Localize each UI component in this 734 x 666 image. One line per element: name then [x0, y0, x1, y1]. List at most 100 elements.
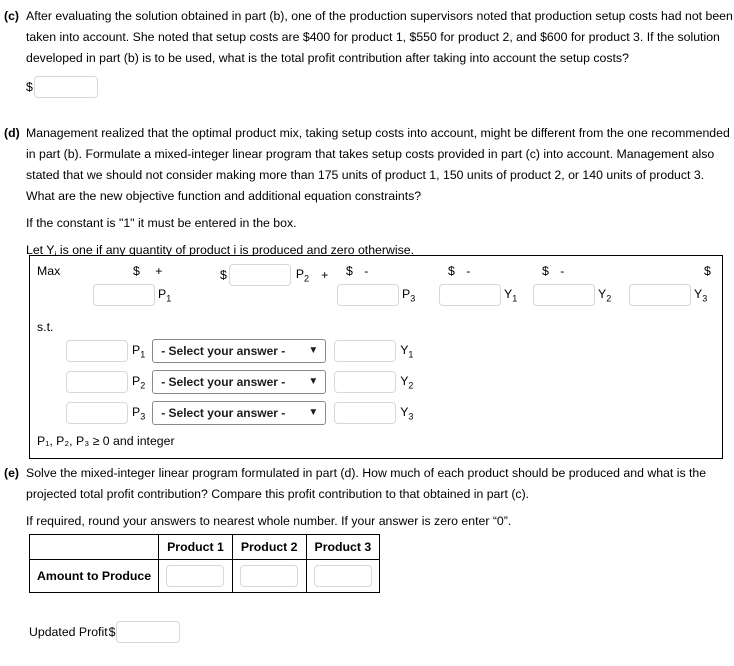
updated-profit-label: Updated Profit [29, 625, 108, 639]
dollar-sign-icon: $ [220, 268, 227, 282]
objective-coef-y2-input[interactable] [533, 284, 595, 306]
table-header-product-3: Product 3 [305, 534, 381, 560]
objective-term-4-top: $ - [448, 264, 470, 278]
dollar-sign-icon: $ [26, 79, 33, 94]
objective-term-1-top: $ + [133, 264, 162, 278]
amount-cell-product-3 [305, 559, 381, 593]
result-table-body: Amount to Produce [28, 559, 381, 593]
constraint-var-p3: P3 [132, 405, 145, 421]
updated-profit-input[interactable] [116, 621, 181, 643]
objective-term-3-top: $ - [346, 264, 368, 278]
constraint-select-1-label: - Select your answer - [161, 344, 286, 358]
part-d-note-constant: If the constant is "1" it must be entere… [26, 216, 297, 230]
constraint-var-p2-sub: 2 [140, 380, 146, 391]
part-e-label: (e) [4, 466, 20, 480]
objective-coef-p3-input[interactable] [337, 284, 399, 306]
minus-operator-4: - [466, 264, 471, 278]
part-e-note: If required, round your answers to neare… [26, 514, 512, 528]
objective-var-p1-name: P [158, 286, 167, 301]
constraint-select-2-label: - Select your answer - [161, 375, 286, 389]
objective-coef-p1-input[interactable] [93, 284, 155, 306]
constraint-rhs-2-input[interactable] [334, 371, 397, 393]
integer-constraint-line: P₁, P₂, P₃ ≥ 0 and integer [37, 434, 175, 448]
part-c-answer-input[interactable] [33, 76, 98, 98]
plus-operator-1: + [155, 264, 163, 278]
objective-var-p3-name: P [402, 286, 411, 301]
dollar-sign-icon: $ [448, 264, 455, 278]
constraint-select-1[interactable]: - Select your answer - ▼ [152, 339, 327, 363]
constraint-coef-2-input[interactable] [66, 371, 128, 393]
objective-var-p1: P1 [158, 287, 171, 303]
constraint-var-p2: P2 [132, 374, 145, 390]
chevron-down-icon: ▼ [308, 407, 319, 418]
constraint-coef-3-input[interactable] [66, 402, 128, 424]
constraint-row-3: P3 - Select your answer - ▼ Y3 [66, 401, 413, 425]
subject-to-label: s.t. [37, 320, 54, 334]
objective-term-1-bottom: P1 [93, 284, 171, 306]
dollar-sign-icon: $ [133, 264, 140, 278]
objective-coef-y3-input[interactable] [629, 284, 691, 306]
formulation-inner: Max $ + P1 $ P2 + $ - P3 $ - Y1 $ - Y2 $… [30, 256, 722, 458]
constraint-var-p1-name: P [132, 342, 141, 357]
row-label-amount-to-produce: Amount to Produce [28, 559, 160, 593]
part-e-body: Solve the mixed-integer linear program f… [26, 463, 734, 532]
constraint-var-p1-sub: 1 [140, 349, 146, 360]
constraint-var-p1: P1 [132, 343, 145, 359]
dollar-sign-icon: $ [346, 264, 353, 278]
constraint-var-p3-name: P [132, 404, 141, 419]
objective-coef-p2-input[interactable] [228, 264, 291, 286]
objective-term-6-top: $ [704, 264, 711, 278]
table-header-product-2: Product 2 [231, 534, 307, 560]
objective-var-y2: Y2 [598, 287, 611, 303]
constraint-rhs-3-input[interactable] [334, 402, 397, 424]
constraint-rhs-var-y2: Y2 [400, 374, 413, 390]
max-label: Max [37, 264, 61, 278]
question-part-d: (d) Management realized that the optimal… [0, 123, 734, 265]
question-part-e: (e) Solve the mixed-integer linear progr… [0, 463, 734, 532]
amount-cell-product-1 [158, 559, 233, 593]
constraint-row-1: P1 - Select your answer - ▼ Y1 [66, 339, 413, 363]
amount-product-2-input[interactable] [240, 565, 299, 587]
objective-var-y3: Y3 [694, 287, 707, 303]
dollar-sign-icon: $ [108, 625, 116, 639]
part-e-text: Solve the mixed-integer linear program f… [26, 466, 707, 501]
objective-var-p3: P3 [402, 287, 415, 303]
objective-var-p2: P2 [296, 267, 309, 283]
objective-var-p2-name: P [295, 266, 305, 281]
amount-product-1-input[interactable] [166, 565, 225, 587]
table-corner-cell [28, 534, 160, 560]
objective-term-2-top: $ P2 + [220, 264, 328, 286]
plus-operator-2: + [321, 268, 329, 282]
constraint-var-p3-sub: 3 [140, 411, 146, 422]
constraint-coef-1-input[interactable] [66, 340, 128, 362]
constraint-rhs-1-input[interactable] [334, 340, 397, 362]
constraint-select-2[interactable]: - Select your answer - ▼ [152, 370, 327, 394]
part-c-text: After evaluating the solution obtained i… [26, 9, 733, 65]
updated-profit-row: Updated Profit $ [29, 621, 181, 643]
objective-term-5-bottom: Y2 [533, 284, 611, 306]
constraint-rhs-var-y1-sub: 1 [408, 349, 414, 360]
part-d-label: (d) [4, 126, 20, 140]
minus-operator-5: - [560, 264, 565, 278]
formulation-box: Max $ + P1 $ P2 + $ - P3 $ - Y1 $ - Y2 $… [29, 255, 723, 459]
constraint-select-3[interactable]: - Select your answer - ▼ [152, 401, 327, 425]
minus-operator-3: - [364, 264, 369, 278]
chevron-down-icon: ▼ [308, 376, 319, 387]
constraint-var-p2-name: P [132, 373, 141, 388]
dollar-sign-icon: $ [704, 264, 711, 278]
objective-var-y2-name: Y [598, 286, 607, 301]
part-c-answer-row: $ [26, 76, 734, 98]
objective-var-y2-sub: 2 [606, 293, 612, 304]
question-part-c: (c) After evaluating the solution obtain… [0, 6, 734, 98]
amount-product-3-input[interactable] [313, 565, 372, 587]
amount-cell-product-2 [231, 559, 307, 593]
worksheet-page: (c) After evaluating the solution obtain… [0, 0, 734, 666]
objective-coef-y1-input[interactable] [439, 284, 501, 306]
table-row: Amount to Produce [28, 559, 381, 593]
constraint-row-2: P2 - Select your answer - ▼ Y2 [66, 370, 413, 394]
dollar-sign-icon: $ [542, 264, 549, 278]
objective-var-p2-sub: 2 [304, 273, 310, 284]
objective-term-3-bottom: P3 [337, 284, 415, 306]
constraint-rhs-var-y1: Y1 [400, 343, 413, 359]
chevron-down-icon: ▼ [308, 345, 319, 356]
